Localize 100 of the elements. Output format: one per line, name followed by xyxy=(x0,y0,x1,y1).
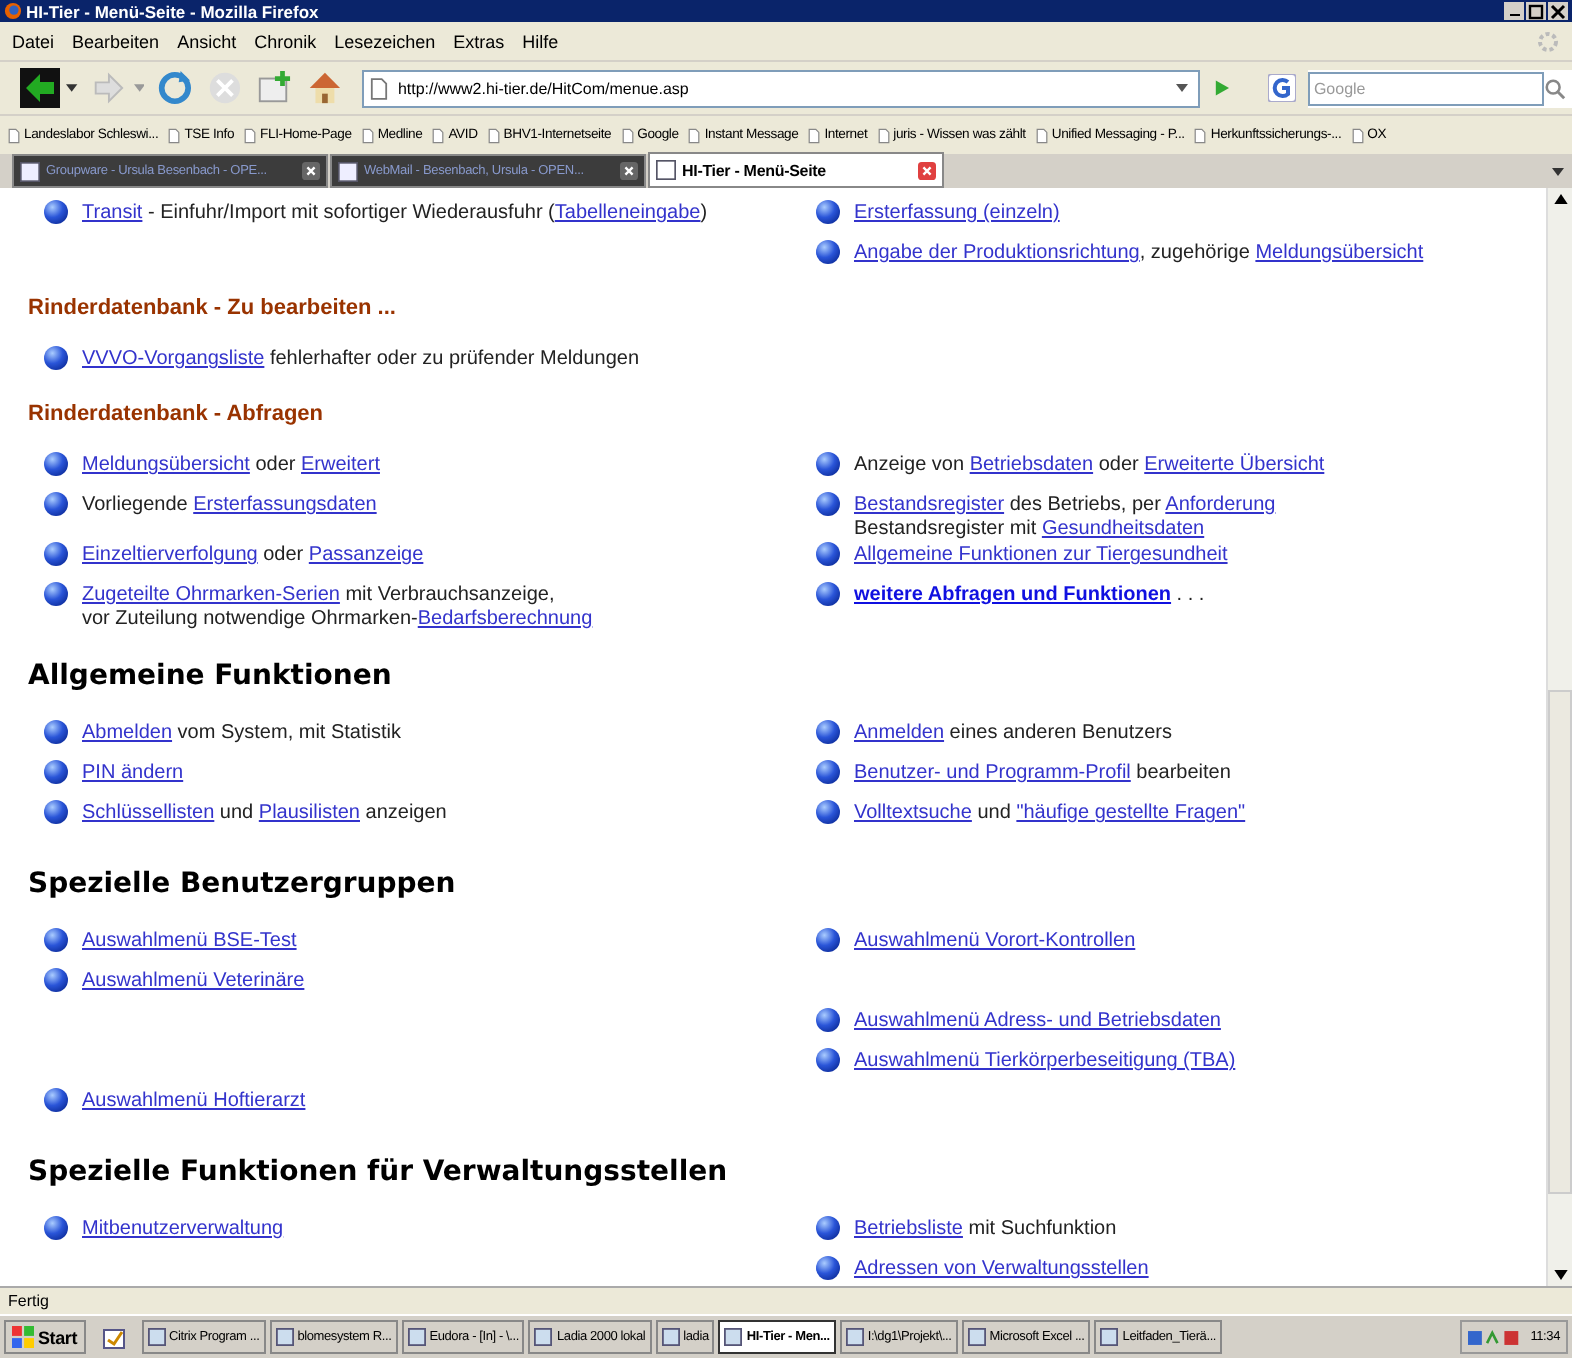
link[interactable]: Benutzer- und Programm-Profil xyxy=(854,762,1131,784)
link[interactable]: Ersterfassungsdaten xyxy=(193,494,377,516)
menu-text: und xyxy=(975,802,1013,824)
search-engine-button[interactable] xyxy=(1265,72,1298,104)
link[interactable]: Angabe der Produktionsrichtung xyxy=(854,242,1140,264)
menu-item[interactable]: Bearbeiten xyxy=(72,31,160,51)
link[interactable]: Anforderung xyxy=(1165,494,1276,516)
link[interactable]: Auswahlmenü Vorort-Kontrollen xyxy=(854,930,1136,952)
search-icon[interactable] xyxy=(1543,77,1566,99)
back-button[interactable] xyxy=(20,68,60,108)
menu-text: , zugehörige xyxy=(1139,242,1252,264)
new-tab-icon[interactable] xyxy=(256,68,295,108)
link[interactable]: Bedarfsberechnung xyxy=(417,608,593,630)
close-icon[interactable] xyxy=(918,161,936,179)
link[interactable]: Auswahlmenü BSE-Test xyxy=(82,930,297,952)
scroll-up-icon[interactable] xyxy=(1553,194,1567,204)
link[interactable]: weitere Abfragen und Funktionen xyxy=(854,584,1172,606)
menu-text: Vorliegende xyxy=(82,494,190,516)
menu-text: anzeigen xyxy=(363,802,447,824)
link[interactable]: Meldungsübersicht xyxy=(82,454,250,476)
browser-logo-icon xyxy=(4,2,22,20)
window-icon xyxy=(1100,1328,1119,1346)
menu-text: mit Suchfunktion xyxy=(966,1218,1117,1240)
tray-icons[interactable] xyxy=(1468,1327,1521,1347)
menu-item[interactable]: Hilfe xyxy=(522,31,559,51)
link[interactable]: Bestandsregister xyxy=(854,494,1005,516)
menu-item[interactable]: Datei xyxy=(12,31,55,51)
page-icon xyxy=(8,127,20,143)
browser-tab[interactable]: HI-Tier - Menü-Seite xyxy=(648,152,944,188)
menu-text: . . . xyxy=(1174,584,1205,606)
menu-text: des Betriebs, per xyxy=(1007,494,1163,516)
page-icon xyxy=(487,127,500,143)
bullet-icon xyxy=(816,1216,840,1240)
page-icon xyxy=(168,127,181,143)
bullet-icon xyxy=(816,452,840,476)
link[interactable]: Volltextsuche xyxy=(854,802,972,824)
menu-item[interactable]: Chronik xyxy=(254,31,317,51)
quick-launch-icon[interactable] xyxy=(101,1325,126,1349)
close-icon[interactable] xyxy=(620,162,638,180)
link[interactable]: PIN ändern xyxy=(82,762,184,784)
maximize-button[interactable] xyxy=(1526,2,1546,20)
start-button[interactable]: Start xyxy=(4,1320,86,1354)
bullet-icon xyxy=(816,492,840,516)
reload-icon[interactable] xyxy=(156,68,195,108)
link[interactable]: Schlüssellisten xyxy=(82,802,215,824)
link[interactable]: Tabelleneingabe xyxy=(554,202,701,224)
bullet-icon xyxy=(816,760,840,784)
dropdown-arrow-icon[interactable] xyxy=(1176,84,1189,92)
link[interactable]: Meldungsübersicht xyxy=(1255,242,1424,264)
link[interactable]: Anmelden xyxy=(854,722,945,744)
link[interactable]: Plausilisten xyxy=(258,802,360,824)
link[interactable]: Auswahlmenü Hoftierarzt xyxy=(82,1090,306,1112)
bullet-icon xyxy=(44,800,68,824)
link[interactable]: Zugeteilte Ohrmarken-Serien xyxy=(82,584,340,606)
link[interactable]: Einzeltierverfolgung xyxy=(82,544,258,566)
home-icon[interactable] xyxy=(306,68,344,108)
page-icon xyxy=(688,127,701,143)
bullet-icon xyxy=(44,542,68,566)
link[interactable]: Ersterfassung (einzeln) xyxy=(854,202,1060,224)
section-heading: Rinderdatenbank - Abfragen xyxy=(28,402,325,426)
link[interactable]: Erweiterte Übersicht xyxy=(1144,454,1325,476)
menu-item[interactable]: Extras xyxy=(453,31,505,51)
link[interactable]: VVVO-Vorgangsliste xyxy=(82,348,265,370)
window-title: HI-Tier - Menü-Seite - Mozilla Firefox xyxy=(26,1,321,21)
search-field[interactable]: Google xyxy=(1307,71,1544,105)
link[interactable]: Auswahlmenü Veterinäre xyxy=(82,970,305,992)
link[interactable]: Transit xyxy=(82,202,143,224)
link[interactable]: Allgemeine Funktionen zur Tiergesundheit xyxy=(854,544,1228,566)
close-button[interactable] xyxy=(1548,2,1568,20)
section-heading: Spezielle Benutzergruppen xyxy=(28,868,458,900)
bullet-icon xyxy=(816,240,840,264)
link[interactable]: Passanzeige xyxy=(308,544,424,566)
scroll-down-icon[interactable] xyxy=(1553,1270,1567,1280)
page-icon xyxy=(361,127,374,143)
link[interactable]: Auswahlmenü Adress- und Betriebsdaten xyxy=(854,1010,1221,1032)
link[interactable]: Erweitert xyxy=(301,454,380,476)
maximize-icon xyxy=(1528,3,1544,19)
menu-item[interactable]: Ansicht xyxy=(177,31,237,51)
bullet-icon xyxy=(44,968,68,992)
link[interactable]: Gesundheitsdaten xyxy=(1041,518,1205,540)
link[interactable]: Adressen von Verwaltungsstellen xyxy=(854,1258,1149,1280)
link[interactable]: Betriebsliste xyxy=(854,1218,963,1240)
minimize-button[interactable] xyxy=(1504,2,1524,20)
window-icon xyxy=(661,1328,680,1346)
bullet-icon xyxy=(44,1216,68,1240)
minimize-icon xyxy=(1509,13,1519,17)
tab-list-arrow-icon[interactable] xyxy=(1552,168,1564,176)
menu-item[interactable]: Lesezeichen xyxy=(334,31,436,51)
address-field[interactable]: http://www2.hi-tier.de/HitCom/menue.asp xyxy=(361,69,1201,107)
link[interactable]: Mitbenutzerverwaltung xyxy=(82,1218,284,1240)
link[interactable]: Auswahlmenü Tierkörperbeseitigung (TBA) xyxy=(854,1050,1236,1072)
menu-text: mit Verbrauchsanzeige, xyxy=(343,584,555,606)
link[interactable]: "häufige gestellte Fragen" xyxy=(1016,802,1246,824)
link[interactable]: Betriebsdaten xyxy=(969,454,1094,476)
close-icon[interactable] xyxy=(302,162,320,180)
dropdown-arrow-icon[interactable] xyxy=(66,84,78,92)
bullet-icon xyxy=(816,800,840,824)
page-icon xyxy=(1035,127,1048,143)
scrollbar[interactable] xyxy=(1546,188,1572,1286)
link[interactable]: Abmelden xyxy=(82,722,173,744)
